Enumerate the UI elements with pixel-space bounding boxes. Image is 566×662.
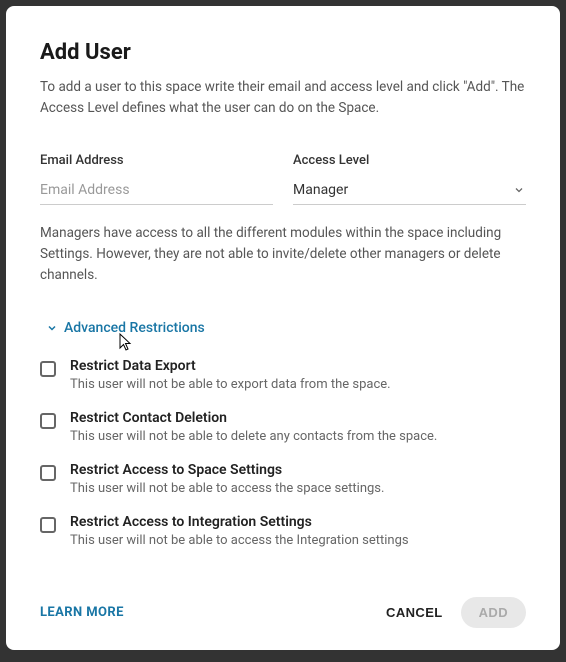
learn-more-link[interactable]: LEARN MORE [40,605,124,620]
restriction-desc: This user will not be able to access the… [70,533,409,548]
restriction-desc: This user will not be able to delete any… [70,429,437,444]
email-input[interactable] [40,178,273,205]
email-field-wrap: Email Address [40,153,273,205]
restriction-title: Restrict Access to Space Settings [70,462,384,478]
access-level-select[interactable]: Manager [293,178,526,205]
restriction-desc: This user will not be able to access the… [70,481,384,496]
add-button[interactable]: ADD [461,597,526,628]
restriction-title: Restrict Contact Deletion [70,410,437,426]
email-label: Email Address [40,153,273,168]
restriction-title: Restrict Access to Integration Settings [70,514,409,530]
restriction-item: Restrict Access to Space Settings This u… [40,462,526,496]
restriction-title: Restrict Data Export [70,358,391,374]
form-row: Email Address Access Level Manager [40,153,526,205]
restriction-item: Restrict Access to Integration Settings … [40,514,526,548]
restriction-desc: This user will not be able to export dat… [70,377,391,392]
advanced-toggle-label: Advanced Restrictions [64,320,205,336]
restriction-checkbox[interactable] [40,465,56,481]
restriction-text: Restrict Access to Space Settings This u… [70,462,384,496]
restriction-item: Restrict Contact Deletion This user will… [40,410,526,444]
role-description: Managers have access to all the differen… [40,223,526,286]
dialog-footer: LEARN MORE CANCEL ADD [40,597,526,628]
access-level-field-wrap: Access Level Manager [293,153,526,205]
dialog-description: To add a user to this space write their … [40,77,526,119]
restriction-text: Restrict Access to Integration Settings … [70,514,409,548]
restriction-text: Restrict Data Export This user will not … [70,358,391,392]
restriction-text: Restrict Contact Deletion This user will… [70,410,437,444]
restriction-item: Restrict Data Export This user will not … [40,358,526,392]
dialog-title: Add User [40,40,526,65]
restriction-checkbox[interactable] [40,361,56,377]
add-user-dialog: Add User To add a user to this space wri… [6,6,560,650]
restrictions-list: Restrict Data Export This user will not … [40,358,526,548]
restriction-checkbox[interactable] [40,517,56,533]
chevron-down-icon [512,183,526,197]
footer-actions: CANCEL ADD [386,597,526,628]
advanced-restrictions-toggle[interactable]: Advanced Restrictions [46,320,526,336]
restriction-checkbox[interactable] [40,413,56,429]
cancel-button[interactable]: CANCEL [386,605,443,620]
access-level-value: Manager [293,182,348,198]
access-level-label: Access Level [293,153,526,168]
chevron-down-icon [46,322,58,334]
